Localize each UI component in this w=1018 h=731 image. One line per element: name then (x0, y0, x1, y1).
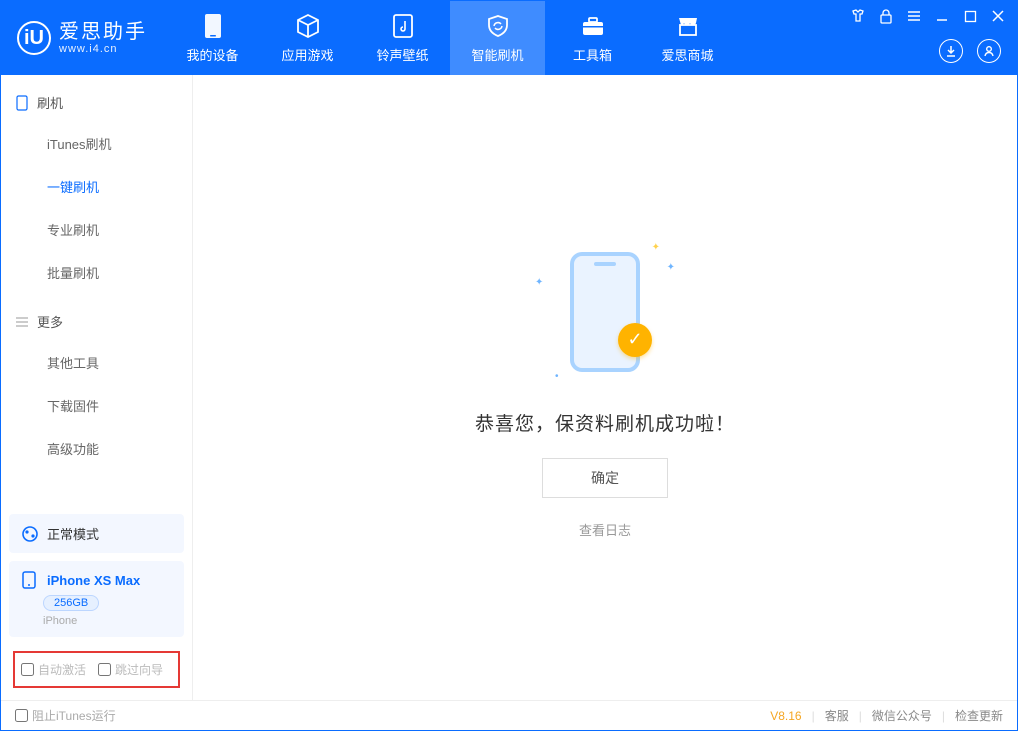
sidebar-item-onekey-flash[interactable]: 一键刷机 (1, 165, 192, 208)
sidebar-item-other-tools[interactable]: 其他工具 (1, 341, 192, 384)
nav-label: 铃声壁纸 (376, 45, 428, 64)
nav-tab-apps[interactable]: 应用游戏 (260, 1, 355, 75)
success-text: 恭喜您，保资料刷机成功啦！ (475, 409, 735, 436)
device-phone-icon (21, 571, 37, 589)
shirt-icon[interactable] (849, 7, 867, 25)
logo-icon: iU (17, 21, 51, 55)
phone-icon (200, 13, 226, 39)
app-window: iU 爱思助手 www.i4.cn 我的设备 应用游戏 铃声壁纸 智能刷机 (0, 0, 1018, 731)
nav-label: 应用游戏 (281, 45, 333, 64)
app-name: 爱思助手 (59, 21, 147, 43)
lock-icon[interactable] (877, 7, 895, 25)
nav-label: 我的设备 (186, 45, 238, 64)
list-icon (15, 315, 29, 329)
main-content: ✦✦•✦ ✓ 恭喜您，保资料刷机成功啦！ 确定 查看日志 (193, 75, 1017, 700)
sidebar-item-advanced[interactable]: 高级功能 (1, 427, 192, 470)
success-illustration: ✦✦•✦ ✓ (530, 237, 680, 387)
window-controls (839, 1, 1017, 75)
nav-label: 爱思商城 (661, 45, 713, 64)
refresh-shield-icon (485, 13, 511, 39)
options-row: 自动激活 跳过向导 (13, 651, 180, 688)
sidebar-item-itunes-flash[interactable]: iTunes刷机 (1, 122, 192, 165)
group-title: 刷机 (37, 93, 63, 112)
device-name: iPhone XS Max (47, 573, 140, 588)
mode-label: 正常模式 (47, 524, 99, 543)
update-link[interactable]: 检查更新 (955, 707, 1003, 724)
close-icon[interactable] (989, 7, 1007, 25)
group-title: 更多 (37, 312, 63, 331)
music-icon (390, 13, 416, 39)
sidebar-group-flash: 刷机 (1, 75, 192, 122)
check-icon: ✓ (618, 323, 652, 357)
mode-card[interactable]: 正常模式 (9, 514, 184, 553)
sidebar: 刷机 iTunes刷机 一键刷机 专业刷机 批量刷机 更多 其他工具 下载固件 … (1, 75, 193, 700)
download-button[interactable] (939, 39, 963, 63)
nav-tabs: 我的设备 应用游戏 铃声壁纸 智能刷机 工具箱 爱思商城 (165, 1, 735, 75)
phone-small-icon (15, 96, 29, 110)
footer: 阻止iTunes运行 V8.16 | 客服 | 微信公众号 | 检查更新 (1, 700, 1017, 730)
nav-label: 智能刷机 (471, 45, 523, 64)
device-type: iPhone (43, 615, 172, 627)
nav-tab-toolbox[interactable]: 工具箱 (545, 1, 640, 75)
toolbox-icon (580, 13, 606, 39)
nav-tab-ringtones[interactable]: 铃声壁纸 (355, 1, 450, 75)
user-button[interactable] (977, 39, 1001, 63)
block-itunes-checkbox[interactable]: 阻止iTunes运行 (15, 707, 116, 724)
sidebar-item-pro-flash[interactable]: 专业刷机 (1, 208, 192, 251)
ok-button[interactable]: 确定 (542, 458, 668, 498)
support-link[interactable]: 客服 (825, 707, 849, 724)
cube-icon (295, 13, 321, 39)
nav-label: 工具箱 (573, 45, 612, 64)
version-label: V8.16 (770, 709, 801, 723)
sidebar-group-more: 更多 (1, 294, 192, 341)
logo-area: iU 爱思助手 www.i4.cn (1, 1, 165, 75)
nav-tab-flash[interactable]: 智能刷机 (450, 1, 545, 75)
view-log-link[interactable]: 查看日志 (579, 520, 631, 539)
body: 刷机 iTunes刷机 一键刷机 专业刷机 批量刷机 更多 其他工具 下载固件 … (1, 75, 1017, 700)
sidebar-item-download-fw[interactable]: 下载固件 (1, 384, 192, 427)
skip-guide-checkbox[interactable]: 跳过向导 (98, 661, 163, 678)
device-storage: 256GB (43, 595, 99, 611)
nav-tab-device[interactable]: 我的设备 (165, 1, 260, 75)
app-url: www.i4.cn (59, 43, 147, 55)
wechat-link[interactable]: 微信公众号 (872, 707, 932, 724)
titlebar: iU 爱思助手 www.i4.cn 我的设备 应用游戏 铃声壁纸 智能刷机 (1, 1, 1017, 75)
mode-icon (21, 525, 39, 543)
auto-activate-checkbox[interactable]: 自动激活 (21, 661, 86, 678)
menu-icon[interactable] (905, 7, 923, 25)
sidebar-bottom: 正常模式 iPhone XS Max 256GB iPhone 自动激活 跳过向… (1, 506, 192, 700)
store-icon (675, 13, 701, 39)
minimize-icon[interactable] (933, 7, 951, 25)
logo-text: 爱思助手 www.i4.cn (59, 21, 147, 55)
device-card[interactable]: iPhone XS Max 256GB iPhone (9, 561, 184, 637)
maximize-icon[interactable] (961, 7, 979, 25)
nav-tab-store[interactable]: 爱思商城 (640, 1, 735, 75)
sidebar-item-batch-flash[interactable]: 批量刷机 (1, 251, 192, 294)
